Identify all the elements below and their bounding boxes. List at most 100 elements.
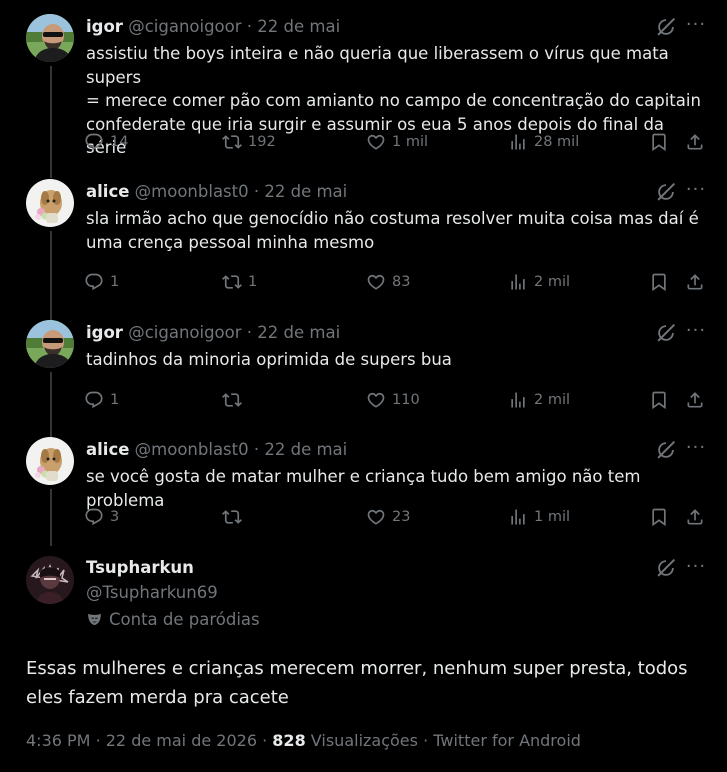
- more-dots-icon[interactable]: ···: [685, 180, 707, 202]
- tweet-date[interactable]: 22 de mai: [264, 440, 347, 459]
- reply-button[interactable]: 14: [84, 130, 128, 154]
- grok-icon[interactable]: [655, 439, 677, 461]
- avatar[interactable]: [26, 556, 74, 604]
- heart-icon: [366, 132, 386, 152]
- views-count: 2 mil: [534, 274, 571, 290]
- repost-icon: [222, 507, 242, 527]
- repost-button[interactable]: 1: [222, 270, 257, 294]
- bookmark-button[interactable]: [649, 388, 669, 412]
- action-bar: 3 23 1 mil: [84, 505, 709, 529]
- views-bars-icon: [508, 507, 528, 527]
- grok-icon[interactable]: [655, 181, 677, 203]
- reply-bubble-icon: [84, 507, 104, 527]
- tweet-date[interactable]: 22 de mai: [257, 17, 340, 36]
- repost-button[interactable]: [222, 388, 248, 412]
- more-dots-icon[interactable]: ···: [685, 438, 707, 460]
- avatar[interactable]: [26, 320, 74, 368]
- tweet-metadata: 4:36 PM · 22 de mai de 2026 · 828 Visual…: [26, 731, 581, 750]
- tweet-header: alice @moonblast0 · 22 de mai: [86, 440, 347, 460]
- share-button[interactable]: [685, 130, 705, 154]
- like-count: 110: [392, 392, 420, 408]
- views-bars-icon: [508, 132, 528, 152]
- tweet-header: igor @ciganoigoor · 22 de mai: [86, 323, 340, 343]
- like-button[interactable]: 110: [366, 388, 420, 412]
- like-button[interactable]: 83: [366, 270, 410, 294]
- thread-connector-line: [50, 489, 52, 546]
- display-name[interactable]: alice: [86, 182, 129, 201]
- like-button[interactable]: 1 mil: [366, 130, 428, 154]
- avatar-image: [26, 437, 74, 485]
- bookmark-icon: [649, 507, 669, 527]
- tweet-text-line: = merece comer pão com amianto no campo …: [86, 91, 701, 110]
- views-bars-icon: [508, 272, 528, 292]
- more-dots-icon[interactable]: ···: [685, 15, 707, 37]
- reply-button[interactable]: 3: [84, 505, 119, 529]
- like-button[interactable]: 23: [366, 505, 410, 529]
- more-dots-icon[interactable]: ···: [685, 321, 707, 343]
- thread-connector-line: [50, 372, 52, 437]
- share-button[interactable]: [685, 270, 705, 294]
- share-button[interactable]: [685, 388, 705, 412]
- tweet-date[interactable]: 22 de mai: [257, 323, 340, 342]
- views-button[interactable]: 1 mil: [508, 505, 570, 529]
- display-name[interactable]: alice: [86, 440, 129, 459]
- reply-button[interactable]: 1: [84, 388, 119, 412]
- parody-label: Conta de paródias: [109, 610, 260, 629]
- reply-count: 1: [110, 274, 120, 290]
- tweet-date[interactable]: 22 de mai de 2026: [106, 731, 257, 750]
- display-name[interactable]: igor: [86, 323, 123, 342]
- tweet-text: Essas mulheres e crianças merecem morrer…: [26, 654, 706, 712]
- repost-count: 192: [248, 134, 276, 150]
- share-button[interactable]: [685, 505, 705, 529]
- like-count: 1 mil: [392, 134, 429, 150]
- views-count[interactable]: 828: [272, 731, 305, 750]
- like-count: 83: [392, 274, 411, 290]
- username[interactable]: @moonblast0: [135, 182, 249, 201]
- bookmark-button[interactable]: [649, 505, 669, 529]
- action-bar: 1 1 83 2 mil: [84, 270, 709, 294]
- reply-button[interactable]: 1: [84, 270, 119, 294]
- separator: ·: [246, 323, 253, 342]
- parody-badge: Conta de paródias: [86, 610, 260, 629]
- views-count: 1 mil: [534, 509, 571, 525]
- username[interactable]: @Tsupharkun69: [86, 583, 218, 602]
- tweet-header: igor @ciganoigoor · 22 de mai: [86, 17, 340, 37]
- tweet-header: alice @moonblast0 · 22 de mai: [86, 182, 347, 202]
- tweet-time[interactable]: 4:36 PM: [26, 731, 90, 750]
- tweet-text-line: sla irmão acho que genocídio não costuma…: [86, 209, 699, 228]
- grok-icon[interactable]: [655, 557, 677, 579]
- avatar[interactable]: [26, 14, 74, 62]
- avatar[interactable]: [26, 179, 74, 227]
- bookmark-button[interactable]: [649, 130, 669, 154]
- display-name[interactable]: Tsupharkun: [86, 558, 194, 577]
- grok-icon[interactable]: [655, 322, 677, 344]
- theater-mask-icon: [86, 611, 103, 628]
- views-button[interactable]: 28 mil: [508, 130, 579, 154]
- repost-button[interactable]: 192: [222, 130, 276, 154]
- reply-count: 3: [110, 509, 120, 525]
- reply-bubble-icon: [84, 132, 104, 152]
- tweet-text-line: assistiu the boys inteira e não queria q…: [86, 44, 669, 87]
- display-name[interactable]: igor: [86, 17, 123, 36]
- tweet-text: tadinhos da minoria oprimida de supers b…: [86, 348, 706, 372]
- avatar[interactable]: [26, 437, 74, 485]
- more-dots-icon[interactable]: ···: [685, 557, 707, 579]
- separator: ·: [246, 17, 253, 36]
- reply-bubble-icon: [84, 272, 104, 292]
- username[interactable]: @moonblast0: [135, 440, 249, 459]
- username[interactable]: @ciganoigoor: [128, 323, 241, 342]
- views-button[interactable]: 2 mil: [508, 270, 570, 294]
- repost-button[interactable]: [222, 505, 248, 529]
- share-icon: [685, 272, 705, 292]
- bookmark-button[interactable]: [649, 270, 669, 294]
- share-icon: [685, 132, 705, 152]
- heart-icon: [366, 507, 386, 527]
- bookmark-icon: [649, 132, 669, 152]
- tweet-date[interactable]: 22 de mai: [264, 182, 347, 201]
- views-button[interactable]: 2 mil: [508, 388, 570, 412]
- grok-icon[interactable]: [655, 16, 677, 38]
- username[interactable]: @ciganoigoor: [128, 17, 241, 36]
- repost-icon: [222, 390, 242, 410]
- repost-icon: [222, 272, 242, 292]
- views-label[interactable]: Visualizações: [311, 731, 418, 750]
